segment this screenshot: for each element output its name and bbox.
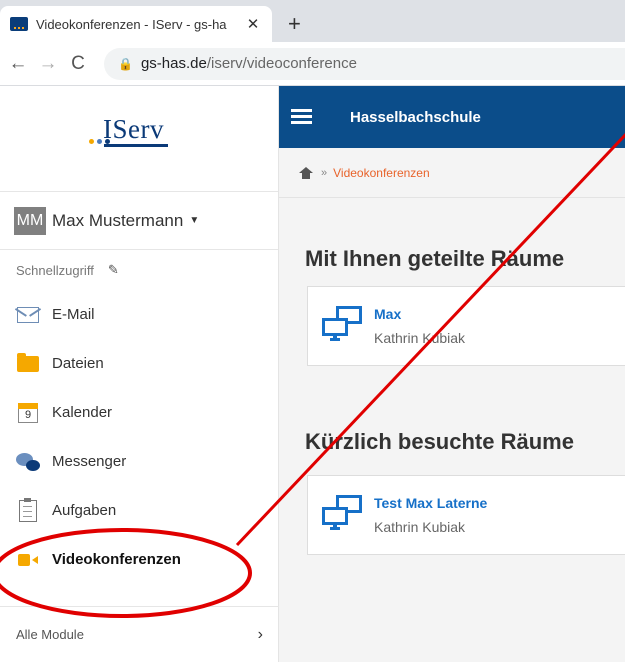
tab-title: Videokonferenzen - IServ - gs-ha (36, 16, 227, 32)
quick-access-label: Schnellzugriff (16, 262, 94, 278)
top-navbar: Hasselbachschule (279, 86, 625, 148)
back-button[interactable]: ← (6, 53, 30, 75)
room-card[interactable]: Test Max Laterne Kathrin Kubiak (307, 475, 625, 555)
iserv-logo[interactable]: IServ (0, 86, 278, 192)
monitor-icon (322, 306, 364, 346)
all-modules-link[interactable]: Alle Module › (0, 606, 279, 662)
mail-icon (16, 304, 40, 326)
reload-button[interactable]: C (66, 53, 90, 75)
menu-icon[interactable] (291, 109, 312, 125)
all-modules-label: Alle Module (16, 627, 84, 642)
video-icon (16, 549, 40, 571)
lock-icon: 🔒 (118, 56, 133, 71)
room-title[interactable]: Max (374, 306, 465, 322)
breadcrumb: » Videokonferenzen (279, 148, 625, 198)
new-tab-button[interactable]: + (288, 13, 301, 35)
pencil-icon[interactable]: ✎ (108, 262, 119, 278)
sidebar-item-videoconferences[interactable]: Videokonferenzen (0, 535, 278, 584)
messenger-icon (16, 451, 40, 473)
url-path: /iserv/videoconference (206, 55, 357, 72)
chevron-right-icon: › (257, 625, 263, 643)
monitor-icon (322, 495, 364, 535)
recent-rooms-title: Kürzlich besuchte Räume (305, 429, 574, 454)
iserv-favicon-icon (10, 17, 28, 31)
logo-underline (104, 144, 168, 147)
sidebar-item-label: Dateien (52, 355, 104, 372)
calendar-icon: 9 (16, 402, 40, 424)
url-host: gs-has.de (140, 55, 207, 72)
sidebar-item-calendar[interactable]: 9 Kalender (0, 388, 278, 437)
sidebar-item-label: Messenger (52, 453, 127, 470)
avatar: MM (14, 206, 46, 235)
shared-rooms-title: Mit Ihnen geteilte Räume (305, 246, 565, 271)
folder-icon (16, 352, 40, 375)
breadcrumb-videoconferences[interactable]: Videokonferenzen (333, 166, 430, 180)
sidebar-item-label: E-Mail (52, 306, 95, 323)
sidebar-item-email[interactable]: E-Mail (0, 290, 278, 339)
quick-access-header: Schnellzugriff ✎ (0, 250, 278, 290)
browser-tab[interactable]: Videokonferenzen - IServ - gs-ha ✕ (0, 6, 272, 42)
sidebar: IServ MM Max Mustermann ▼ Schnellzugriff… (0, 86, 279, 662)
address-bar: ← → C 🔒 gs-has.de/iserv/videoconference (0, 42, 625, 86)
home-icon[interactable] (299, 166, 313, 179)
sidebar-item-label: Kalender (52, 404, 113, 421)
room-card[interactable]: Max Kathrin Kubiak (307, 286, 625, 366)
browser-tabstrip: Videokonferenzen - IServ - gs-ha ✕ + (0, 0, 625, 42)
forward-button[interactable]: → (36, 53, 60, 75)
sidebar-item-label: Videokonferenzen (52, 551, 181, 568)
user-menu[interactable]: MM Max Mustermann ▼ (0, 192, 278, 250)
sidebar-item-messenger[interactable]: Messenger (0, 437, 278, 486)
close-tab-icon[interactable]: ✕ (244, 15, 262, 33)
caret-down-icon: ▼ (189, 215, 200, 226)
breadcrumb-separator: » (321, 166, 328, 179)
sidebar-item-tasks[interactable]: Aufgaben (0, 486, 278, 535)
tasks-icon (16, 497, 40, 522)
sidebar-item-files[interactable]: Dateien (0, 339, 278, 388)
room-owner: Kathrin Kubiak (374, 519, 466, 535)
main-content: Hasselbachschule » Videokonferenzen Mit … (279, 86, 625, 662)
user-name: Max Mustermann (52, 210, 184, 230)
url-field[interactable]: 🔒 gs-has.de/iserv/videoconference (104, 47, 625, 80)
sidebar-item-label: Aufgaben (52, 502, 117, 519)
school-name[interactable]: Hasselbachschule (350, 109, 481, 126)
room-owner: Kathrin Kubiak (374, 330, 466, 346)
room-title[interactable]: Test Max Laterne (374, 495, 487, 511)
